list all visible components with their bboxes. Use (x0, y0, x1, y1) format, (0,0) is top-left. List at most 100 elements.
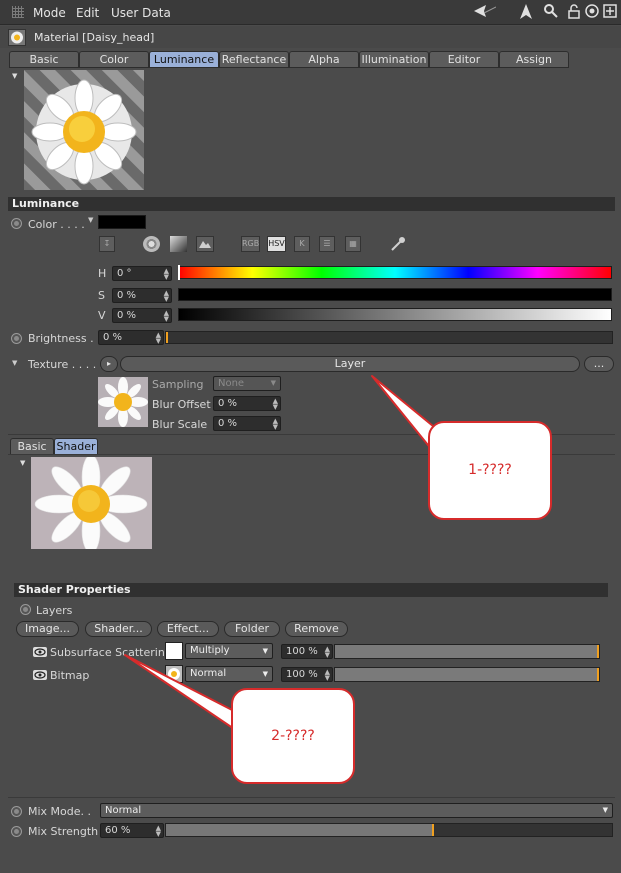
layer-name-bitmap[interactable]: Bitmap (50, 669, 89, 682)
folder-button[interactable]: Folder (224, 621, 280, 637)
opacity-slider-1[interactable] (334, 644, 600, 659)
s-value-field[interactable]: 0 % ▲ ▼ (112, 288, 172, 303)
blur-scale-field[interactable]: 0 % ▲ ▼ (213, 416, 281, 431)
layers-label: Layers (36, 604, 73, 617)
value-slider[interactable] (178, 308, 612, 321)
spectrum-icon[interactable] (170, 236, 187, 252)
back-arrow-icon[interactable] (474, 4, 497, 20)
texture-expand-icon[interactable]: ▼ (12, 359, 17, 367)
saturation-slider[interactable] (178, 288, 612, 301)
tab-assign[interactable]: Assign (499, 51, 569, 68)
sampling-dropdown[interactable]: None ▼ (213, 376, 281, 391)
color-keyframe-radio[interactable] (11, 218, 22, 229)
callout-1: 1-???? (428, 421, 552, 520)
tab-color[interactable]: Color (79, 51, 149, 68)
layer-button[interactable]: Layer (120, 356, 580, 372)
visibility-eye-icon[interactable] (33, 647, 47, 657)
spinner-icon[interactable]: ▲ ▼ (273, 398, 278, 411)
v-value-field[interactable]: 0 % ▲ ▼ (112, 308, 172, 323)
menu-edit[interactable]: Edit (76, 6, 99, 20)
shader-button[interactable]: Shader... (85, 621, 152, 637)
material-preview (24, 70, 144, 190)
hsv-mode-icon[interactable]: HSV (267, 236, 286, 252)
subtab-basic[interactable]: Basic (10, 438, 54, 455)
v-label: V (98, 309, 106, 322)
material-title: Material [Daisy_head] (34, 31, 155, 44)
menu-user-data[interactable]: User Data (111, 6, 171, 20)
material-thumbnail-icon (8, 29, 26, 46)
mixer-icon[interactable]: ☰ (319, 236, 335, 252)
eyedropper-target-icon[interactable]: ↧ (99, 236, 115, 252)
h-value-field[interactable]: 0 ° ▲ ▼ (112, 266, 172, 281)
color-swatch[interactable] (98, 215, 146, 229)
tab-luminance[interactable]: Luminance (149, 51, 219, 68)
spinner-icon[interactable]: ▲ ▼ (164, 310, 169, 323)
opacity-field-1[interactable]: 100 % ▲ ▼ (281, 644, 333, 659)
brightness-label: Brightness . . (28, 332, 101, 345)
spinner-icon[interactable]: ▲ ▼ (164, 290, 169, 303)
opacity-marker-2[interactable] (597, 668, 599, 681)
remove-button[interactable]: Remove (285, 621, 348, 637)
menu-mode[interactable]: Mode (33, 6, 66, 20)
grip-icon[interactable] (12, 6, 24, 18)
tab-reflectance[interactable]: Reflectance (219, 51, 289, 68)
texture-more-button[interactable]: ... (584, 356, 614, 372)
mix-strength-marker[interactable] (431, 824, 434, 836)
spinner-icon[interactable]: ▲ ▼ (325, 646, 330, 659)
search-icon[interactable] (543, 4, 559, 20)
picture-icon[interactable] (196, 236, 214, 252)
texture-arrow-button[interactable]: ▸ (100, 356, 118, 372)
tab-alpha[interactable]: Alpha (289, 51, 359, 68)
cursor-arrow-icon[interactable] (518, 4, 534, 20)
spinner-icon[interactable]: ▲ ▼ (156, 332, 161, 345)
blur-offset-field[interactable]: 0 % ▲ ▼ (213, 396, 281, 411)
mix-strength-field[interactable]: 60 % ▲ ▼ (100, 823, 164, 838)
spinner-icon[interactable]: ▲ ▼ (325, 669, 330, 682)
spinner-icon[interactable]: ▲ ▼ (156, 825, 161, 838)
material-header: Material [Daisy_head] (0, 26, 621, 48)
layers-radio[interactable] (20, 604, 31, 615)
lock-icon[interactable] (566, 4, 582, 20)
opacity-slider-2[interactable] (334, 667, 600, 682)
collapse-triangle-icon[interactable]: ▼ (12, 72, 17, 80)
tab-basic[interactable]: Basic (9, 51, 79, 68)
target-icon[interactable] (584, 4, 600, 20)
kelvin-mode-icon[interactable]: K (294, 236, 310, 252)
texture-thumbnail (98, 377, 148, 427)
hue-slider-marker[interactable] (178, 265, 180, 280)
brightness-keyframe-radio[interactable] (11, 333, 22, 344)
mix-mode-label: Mix Mode. . (28, 805, 92, 818)
mix-mode-radio[interactable] (11, 806, 22, 817)
hue-slider[interactable] (178, 266, 612, 279)
visibility-eye-icon[interactable] (33, 670, 47, 680)
spinner-icon[interactable]: ▲ ▼ (273, 418, 278, 431)
opacity-marker-1[interactable] (597, 645, 599, 658)
effect-button[interactable]: Effect... (157, 621, 219, 637)
blend-mode-value-2: Normal (190, 668, 227, 679)
subtab-shader[interactable]: Shader (54, 438, 98, 455)
mix-strength-slider[interactable] (165, 823, 613, 837)
color-picker-icon[interactable] (390, 236, 406, 252)
mix-mode-value: Normal (105, 805, 142, 816)
brightness-field[interactable]: 0 % ▲ ▼ (98, 330, 164, 345)
mix-strength-radio[interactable] (11, 826, 22, 837)
brightness-slider[interactable] (165, 331, 613, 344)
color-expand-icon[interactable]: ▼ (88, 216, 93, 224)
brightness-slider-marker[interactable] (166, 332, 168, 343)
blend-mode-value-1: Multiply (190, 645, 230, 656)
mix-mode-dropdown[interactable]: Normal ▼ (100, 803, 613, 818)
mix-strength-value: 60 % (105, 825, 131, 836)
blend-mode-dropdown-2[interactable]: Normal ▼ (185, 666, 273, 682)
tab-illumination[interactable]: Illumination (359, 51, 429, 68)
shader-collapse-icon[interactable]: ▼ (20, 459, 25, 467)
spinner-icon[interactable]: ▲ ▼ (164, 268, 169, 281)
opacity-field-2[interactable]: 100 % ▲ ▼ (281, 667, 333, 682)
color-wheel-icon[interactable] (143, 236, 160, 252)
new-panel-icon[interactable] (602, 4, 618, 20)
swatches-icon[interactable]: ▦ (345, 236, 361, 252)
tab-editor[interactable]: Editor (429, 51, 499, 68)
rgb-mode-icon[interactable]: RGB (241, 236, 260, 252)
layer-name-subsurface[interactable]: Subsurface Scattering (50, 646, 172, 659)
image-button[interactable]: Image... (16, 621, 79, 637)
blend-mode-dropdown-1[interactable]: Multiply ▼ (185, 643, 273, 659)
